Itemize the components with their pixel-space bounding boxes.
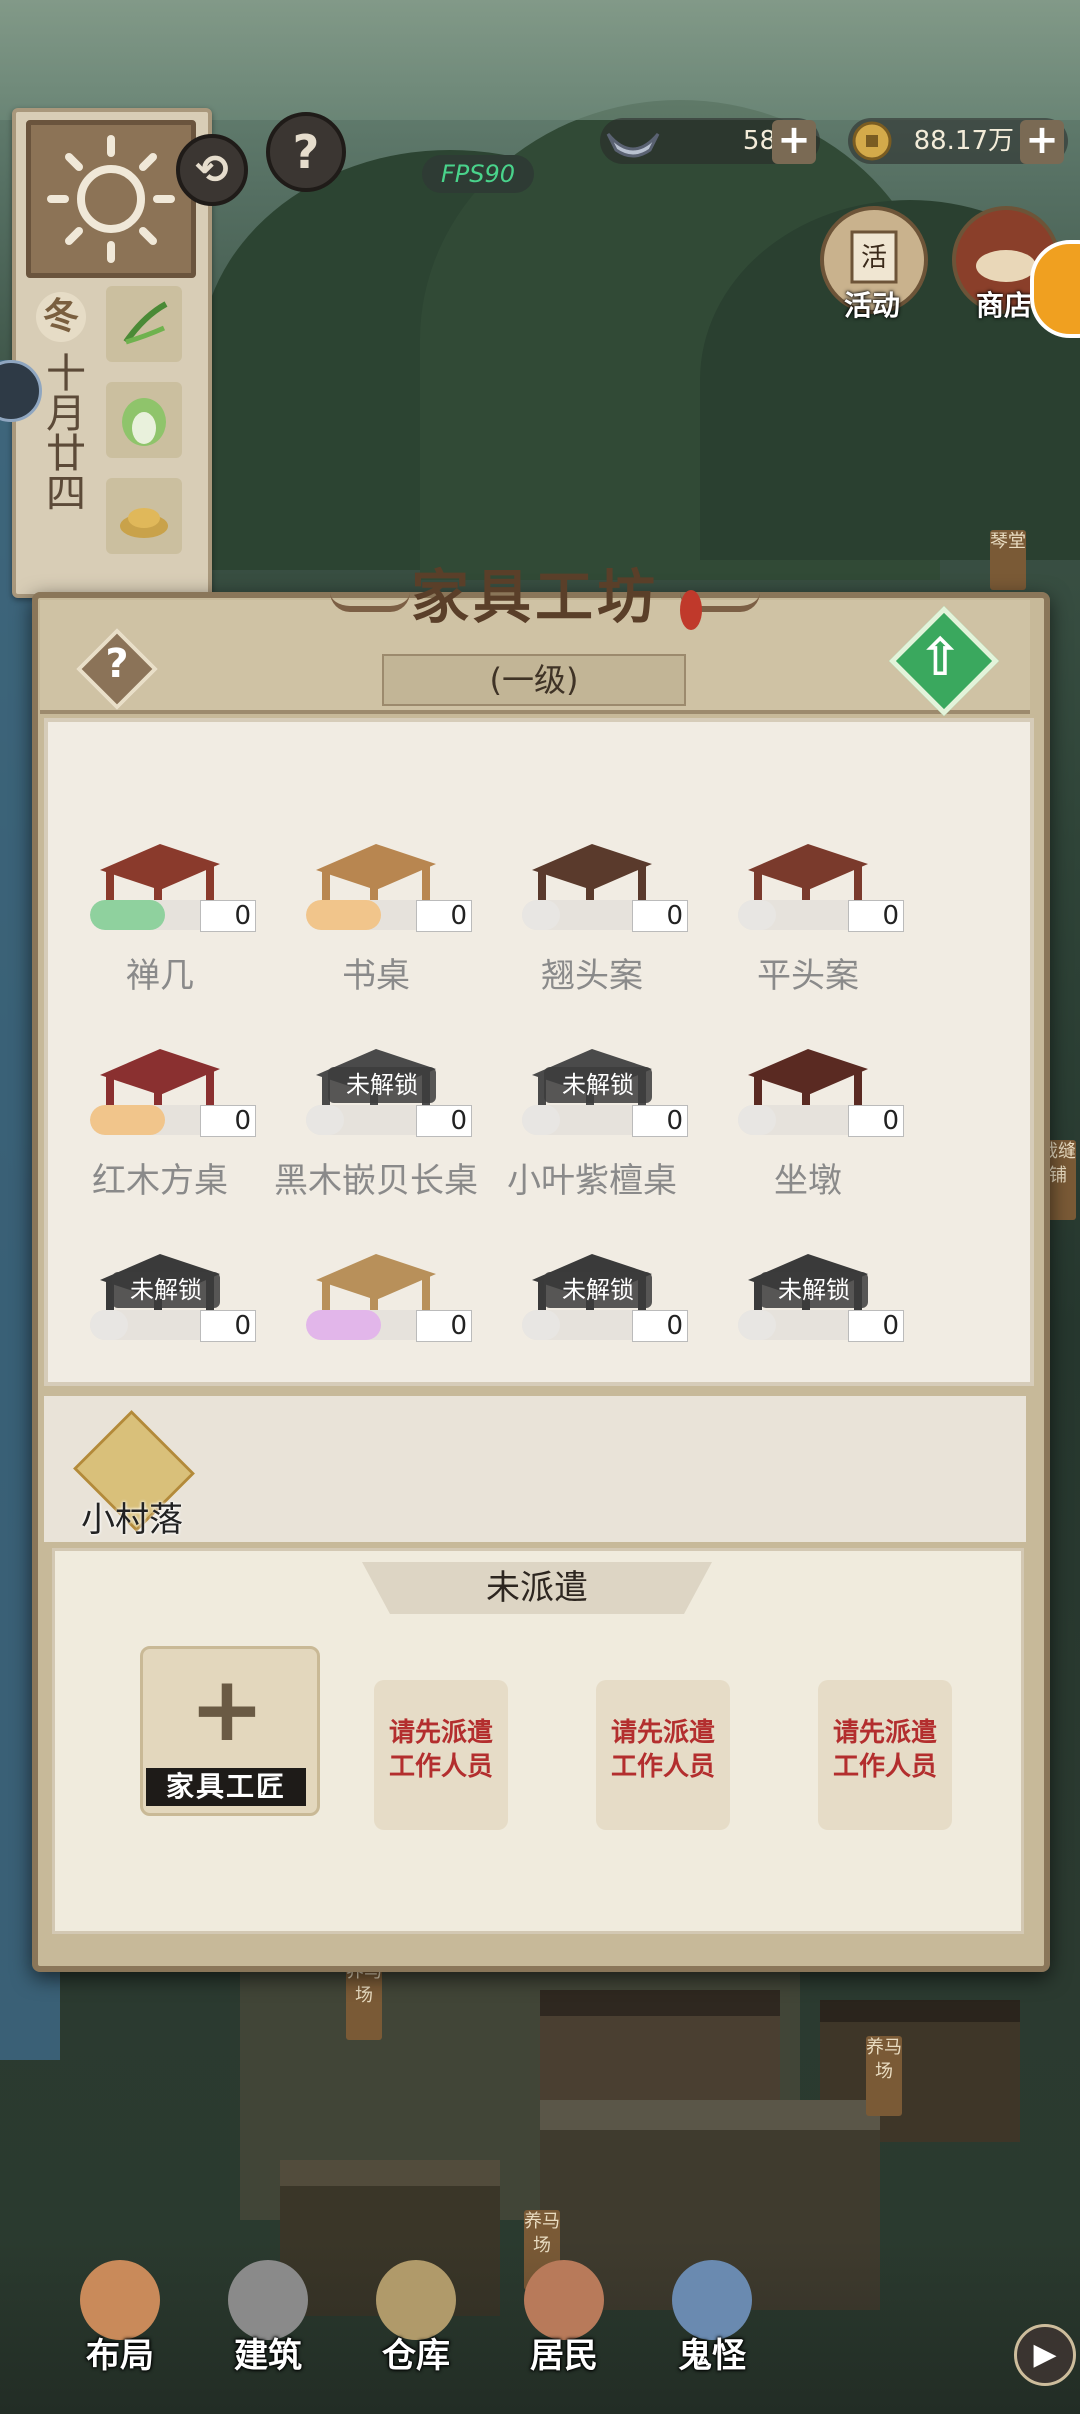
cabbage-icon (122, 398, 166, 446)
weather-box[interactable] (26, 120, 196, 278)
locked-badge: 未解锁 (760, 1272, 868, 1308)
stock-count: 0 (200, 1105, 256, 1137)
nav-layout-button[interactable]: 布局 (60, 2260, 180, 2380)
furniture-name: 红木方桌 (92, 1161, 228, 1201)
slot-hint: 请先派遣 (388, 1718, 493, 1748)
silver-amount: 58 (742, 126, 776, 156)
dialog-title: 家具工坊 (410, 563, 659, 631)
furniture-item[interactable]: 0 坐墩 (698, 1025, 918, 1235)
furniture-name: 禅几 (126, 956, 194, 996)
stock-count: 0 (848, 900, 904, 932)
coin-icon (850, 119, 894, 163)
furniture-item[interactable]: 0 红木方桌 (50, 1025, 270, 1235)
grain-icon (120, 508, 168, 538)
stock-count: 0 (200, 1310, 256, 1342)
coin-amount: 88.17万 (913, 126, 1014, 156)
crop-slot[interactable] (106, 382, 182, 458)
furniture-item[interactable]: 0 平头案 (698, 820, 918, 1030)
locked-badge: 未解锁 (112, 1272, 220, 1308)
furniture-item[interactable]: 0 禅几 (50, 820, 270, 1030)
locked-badge: 未解锁 (544, 1272, 652, 1308)
stock-count: 0 (200, 900, 256, 932)
stock-count: 0 (848, 1105, 904, 1137)
nav-residents-button[interactable]: 居民 (504, 2260, 624, 2380)
fps-counter: FPS90 (422, 155, 534, 193)
sun-icon (47, 135, 175, 263)
nav-building-button[interactable]: 建筑 (208, 2260, 328, 2380)
stock-count: 0 (632, 1105, 688, 1137)
bottom-nav: 布局 建筑 仓库 居民 鬼怪 (60, 2250, 1020, 2410)
stock-count: 0 (416, 1310, 472, 1342)
furniture-list: 0 禅几 0 书桌 0 翘头案 0 平头案 0 红木方桌 0 未解锁 黑木嵌贝长桌 0 未解锁 小叶紫檀桌 0 坐… (90, 820, 990, 1380)
stock-count: 0 (416, 1105, 472, 1137)
furniture-item[interactable]: 0 书桌 (266, 820, 486, 1030)
sign-qintang[interactable]: 琴堂 (990, 530, 1026, 590)
nav-label: 布局 (86, 2336, 154, 2376)
furniture-name: 黑木嵌贝长桌 (274, 1161, 478, 1201)
nav-storage-button[interactable]: 仓库 (356, 2260, 476, 2380)
furniture-item[interactable]: 0 未解锁黑木嵌贝长桌 (266, 1025, 486, 1235)
sign-stable[interactable]: 养马场 (866, 2036, 902, 2116)
slot-hint: 请先派遣 (832, 1718, 937, 1748)
worker-slot-locked[interactable]: 请先派遣 工作人员 (818, 1680, 952, 1830)
help-button[interactable]: ? (266, 112, 346, 192)
nav-next-button[interactable]: ▶ (1014, 2324, 1076, 2386)
nav-label: 建筑 (234, 2336, 302, 2376)
nav-ghosts-button[interactable]: 鬼怪 (652, 2260, 772, 2380)
furniture-name: 平头案 (757, 956, 859, 996)
village-label: 小村落 (81, 1500, 183, 1540)
upgrade-button[interactable]: ⇧ (910, 620, 970, 696)
stock-count: 0 (632, 900, 688, 932)
seal-icon (680, 590, 702, 630)
slot-hint: 请先派遣 (610, 1718, 715, 1748)
stock-count: 0 (848, 1310, 904, 1342)
furniture-name: 小叶紫檀桌 (507, 1161, 677, 1201)
activity-label: 活动 (843, 289, 900, 322)
add-coins-button[interactable]: + (1020, 120, 1064, 164)
silver-ingot-icon (604, 116, 662, 166)
sign-stable[interactable]: 养马场 (346, 1960, 382, 2040)
furniture-name: 坐墩 (774, 1161, 842, 1201)
workshop-help-button[interactable]: ? (88, 632, 146, 696)
slot-hint: 工作人员 (832, 1752, 937, 1782)
stock-count: 0 (632, 1310, 688, 1342)
locked-badge: 未解锁 (328, 1067, 436, 1103)
refresh-button[interactable]: ⟲ (176, 134, 248, 206)
svg-text:活: 活 (861, 243, 887, 273)
scallion-icon (123, 301, 168, 345)
locked-badge: 未解锁 (544, 1067, 652, 1103)
furniture-name: 翘头案 (541, 956, 643, 996)
furniture-item[interactable]: 0 翘头案 (482, 820, 702, 1030)
workshop-level: (一级) (382, 654, 686, 706)
worker-slot-locked[interactable]: 请先派遣 工作人员 (596, 1680, 730, 1830)
crop-slot[interactable] (106, 286, 182, 362)
unassigned-tab[interactable]: 未派遣 (362, 1562, 712, 1614)
worker-slot-locked[interactable]: 请先派遣 工作人员 (374, 1680, 508, 1830)
nav-label: 居民 (530, 2336, 598, 2376)
add-silver-button[interactable]: + (772, 120, 816, 164)
craftsman-label: 家具工匠 (146, 1768, 306, 1806)
sky (0, 0, 1080, 120)
crop-slot[interactable] (106, 478, 182, 554)
nav-label: 仓库 (382, 2336, 450, 2376)
slot-hint: 工作人员 (388, 1752, 493, 1782)
stock-count: 0 (416, 900, 472, 932)
date-label: 十月廿四 (39, 352, 85, 512)
slot-hint: 工作人员 (610, 1752, 715, 1782)
add-craftsman-icon[interactable]: + (140, 1660, 314, 1760)
furniture-item[interactable]: 0 未解锁小叶紫檀桌 (482, 1025, 702, 1235)
nav-label: 鬼怪 (678, 2336, 746, 2376)
season-label: 冬 (36, 292, 86, 342)
furniture-name: 书桌 (342, 956, 410, 996)
